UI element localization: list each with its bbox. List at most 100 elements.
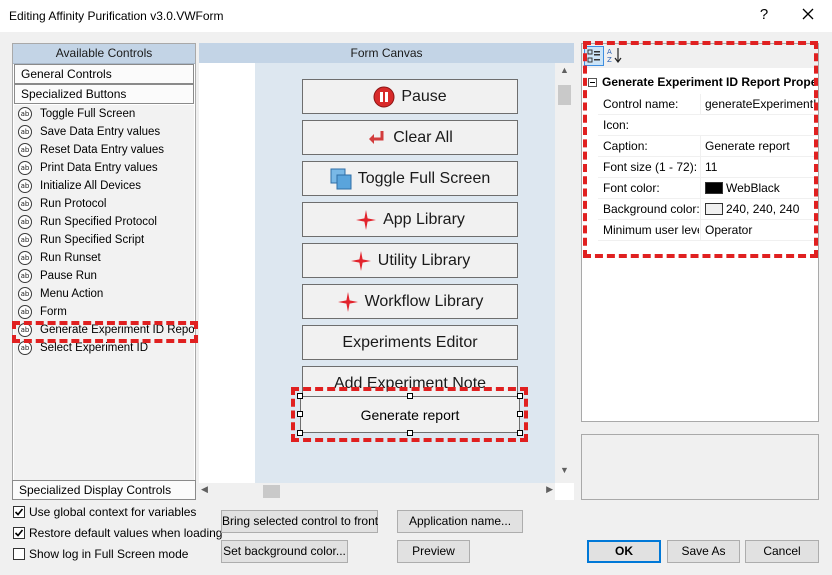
list-item[interactable]: ab Run Runset [14, 249, 194, 267]
canvas-horizontal-scrollbar[interactable]: ◀ ▶ [199, 483, 555, 500]
property-value[interactable]: generateExperimentI [700, 94, 818, 114]
fullscreen-icon [330, 168, 352, 190]
list-item[interactable]: ab Print Data Entry values [14, 159, 194, 177]
list-item[interactable]: ab Run Specified Script [14, 231, 194, 249]
restore-defaults-checkbox[interactable]: Restore default values when loading [13, 526, 222, 542]
close-icon [802, 8, 814, 20]
canvas-button-utility-library[interactable]: Utility Library [302, 243, 518, 278]
property-row[interactable]: Font color: WebBlack [598, 178, 818, 199]
cancel-button[interactable]: Cancel [745, 540, 819, 563]
property-value[interactable]: 240, 240, 240 [700, 199, 818, 219]
list-item-label: Run Protocol [40, 198, 107, 210]
global-context-checkbox[interactable]: Use global context for variables [13, 505, 196, 521]
list-item-label: Generate Experiment ID Report [40, 324, 194, 336]
canvas-button-clear-all[interactable]: Clear All [302, 120, 518, 155]
canvas-button-workflow-library[interactable]: Workflow Library [302, 284, 518, 319]
text-control-icon: ab [18, 233, 32, 247]
application-name-button[interactable]: Application name... [397, 510, 523, 533]
resize-handle[interactable] [517, 430, 523, 436]
scroll-thumb[interactable] [558, 85, 571, 105]
window-title: Editing Affinity Purification v3.0.VWFor… [9, 9, 224, 23]
categorized-view-button[interactable] [584, 46, 604, 66]
list-item-label: Save Data Entry values [40, 126, 161, 138]
set-background-color-button[interactable]: Set background color... [221, 540, 348, 563]
property-row[interactable]: Control name: generateExperimentI [598, 94, 818, 115]
available-controls-panel: Available Controls General Controls Spec… [12, 43, 196, 500]
resize-handle[interactable] [407, 430, 413, 436]
canvas-button-app-library[interactable]: App Library [302, 202, 518, 237]
close-button[interactable] [793, 2, 823, 28]
text-control-icon: ab [18, 143, 32, 157]
canvas-button-toggle-full-screen[interactable]: Toggle Full Screen [302, 161, 518, 196]
list-item[interactable]: ab Pause Run [14, 267, 194, 285]
list-item[interactable]: ab Form [14, 303, 194, 321]
list-item[interactable]: ab Run Specified Protocol [14, 213, 194, 231]
alphabetical-sort-button[interactable]: AZ [606, 46, 626, 66]
resize-handle[interactable] [297, 411, 303, 417]
svg-text:A: A [607, 48, 612, 56]
list-item-label: Pause Run [40, 270, 97, 282]
checkbox-box [13, 548, 25, 560]
property-row[interactable]: Icon: [598, 115, 818, 136]
collapse-icon[interactable] [588, 78, 597, 87]
checkbox-box [13, 506, 25, 518]
scroll-left-arrow-icon[interactable]: ◀ [201, 484, 208, 495]
property-value[interactable]: Operator [700, 220, 818, 240]
check-icon [14, 529, 24, 537]
property-row[interactable]: Background color: 240, 240, 240 [598, 199, 818, 220]
property-value-text: generateExperimentI [705, 97, 817, 111]
bring-to-front-button[interactable]: Bring selected control to front [221, 510, 378, 533]
list-item-label: Run Specified Protocol [40, 216, 157, 228]
list-item[interactable]: ab Save Data Entry values [14, 123, 194, 141]
property-row[interactable]: Caption: Generate report [598, 136, 818, 157]
property-name: Caption: [603, 139, 648, 153]
property-name: Control name: [603, 97, 679, 111]
resize-handle[interactable] [407, 393, 413, 399]
property-row[interactable]: Font size (1 - 72): 11 [598, 157, 818, 178]
resize-handle[interactable] [517, 393, 523, 399]
list-item-label: Run Specified Script [40, 234, 145, 246]
preview-button[interactable]: Preview [397, 540, 470, 563]
list-item[interactable]: ab Reset Data Entry values [14, 141, 194, 159]
category-specialized-buttons[interactable]: Specialized Buttons [14, 84, 194, 104]
list-item[interactable]: ab Initialize All Devices [14, 177, 194, 195]
category-general-controls[interactable]: General Controls [14, 64, 194, 84]
show-log-checkbox[interactable]: Show log in Full Screen mode [13, 547, 188, 563]
property-value[interactable]: 11 [700, 157, 818, 177]
category-specialized-display-controls[interactable]: Specialized Display Controls [12, 480, 196, 500]
text-control-icon: ab [18, 269, 32, 283]
sparkle-icon [337, 291, 359, 313]
property-category-header[interactable]: Generate Experiment ID Report Properties [582, 72, 818, 92]
list-item[interactable]: ab Menu Action [14, 285, 194, 303]
list-item-label: Print Data Entry values [40, 162, 158, 174]
list-item-label: Run Runset [40, 252, 101, 264]
list-item[interactable]: ab Select Experiment ID [14, 339, 194, 357]
list-item[interactable]: ab Toggle Full Screen [14, 105, 194, 123]
scroll-down-arrow-icon[interactable]: ▼ [555, 465, 574, 481]
canvas-vertical-scrollbar[interactable]: ▲ ▼ [555, 63, 574, 483]
resize-handle[interactable] [297, 393, 303, 399]
property-value-text: 240, 240, 240 [726, 202, 800, 216]
property-value[interactable]: Generate report [700, 136, 818, 156]
clear-arrow-icon [367, 128, 387, 148]
text-control-icon: ab [18, 251, 32, 265]
canvas-button-generate-report[interactable]: Generate report [300, 396, 520, 433]
text-control-icon: ab [18, 179, 32, 193]
scroll-thumb[interactable] [263, 485, 280, 498]
property-value[interactable]: WebBlack [700, 178, 818, 198]
save-as-button[interactable]: Save As [667, 540, 740, 563]
ok-button[interactable]: OK [587, 540, 661, 563]
list-item[interactable]: ab Run Protocol [14, 195, 194, 213]
help-button[interactable]: ? [753, 4, 775, 26]
title-bar: Editing Affinity Purification v3.0.VWFor… [0, 0, 832, 32]
scroll-right-arrow-icon[interactable]: ▶ [546, 484, 553, 495]
resize-handle[interactable] [517, 411, 523, 417]
resize-handle[interactable] [297, 430, 303, 436]
text-control-icon: ab [18, 197, 32, 211]
sort-az-icon: AZ [607, 48, 622, 64]
list-item[interactable]: ab Generate Experiment ID Report [14, 321, 194, 339]
property-row[interactable]: Minimum user level: Operator [598, 220, 818, 241]
canvas-button-pause[interactable]: Pause [302, 79, 518, 114]
scroll-up-arrow-icon[interactable]: ▲ [555, 65, 574, 81]
canvas-button-experiments-editor[interactable]: Experiments Editor [302, 325, 518, 360]
